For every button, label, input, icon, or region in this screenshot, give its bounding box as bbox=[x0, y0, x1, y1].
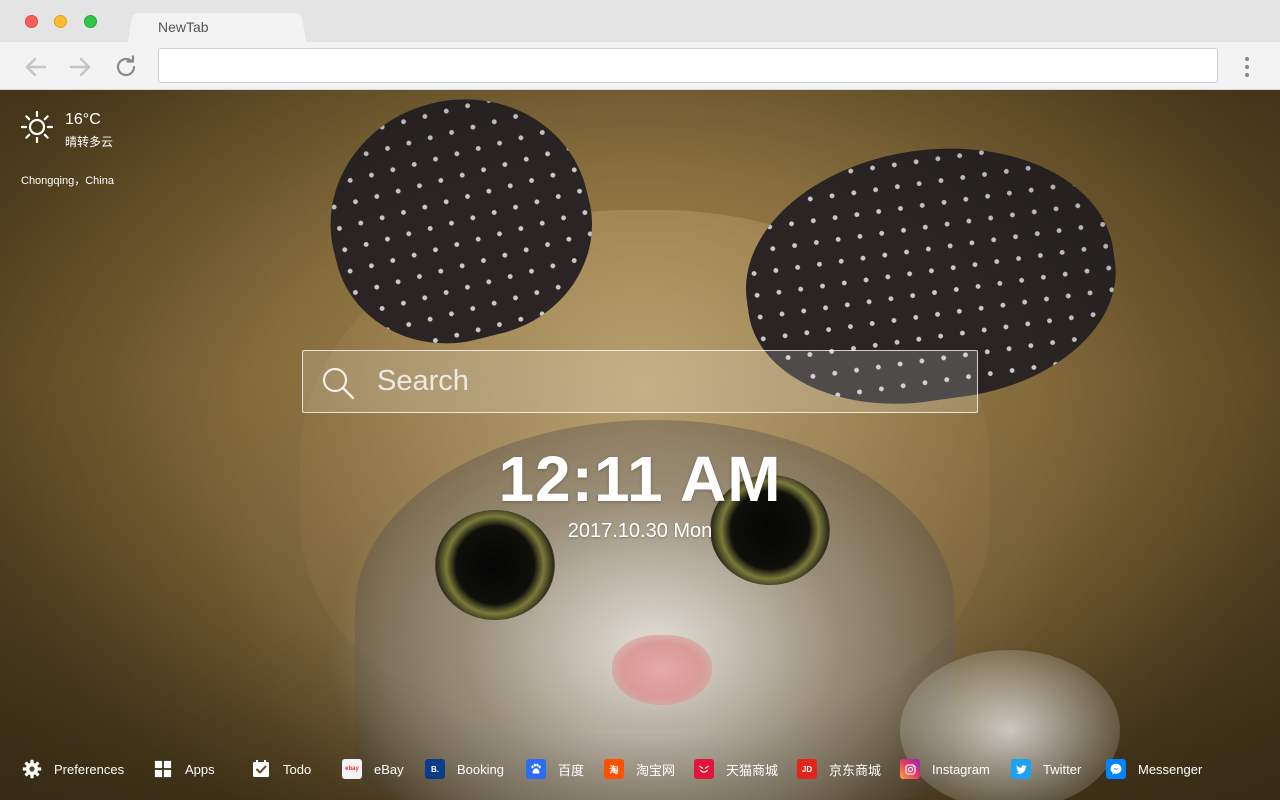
shortcut-taobao-label: 淘宝网 bbox=[636, 762, 676, 778]
shortcut-booking-label: Booking bbox=[457, 761, 504, 777]
back-arrow-icon[interactable] bbox=[23, 54, 49, 80]
todo-icon bbox=[251, 759, 271, 779]
clock-time: 12:11 AM bbox=[498, 443, 782, 515]
forward-arrow-icon[interactable] bbox=[67, 54, 93, 80]
shortcut-baidu[interactable]: 百度 bbox=[526, 758, 584, 780]
shortcut-tmall[interactable]: 天猫商城 bbox=[694, 758, 778, 780]
reload-icon[interactable] bbox=[113, 54, 139, 80]
preferences-button[interactable]: Preferences bbox=[22, 758, 124, 780]
shortcut-twitter-label: Twitter bbox=[1043, 761, 1082, 777]
address-bar[interactable] bbox=[158, 48, 1218, 83]
window-titlebar: NewTab bbox=[0, 0, 1280, 42]
booking-icon: B. bbox=[425, 759, 445, 779]
apps-button[interactable]: Apps bbox=[153, 758, 215, 780]
grid-icon bbox=[153, 759, 173, 779]
newtab-page: 16°C 晴转多云 Chongqing，China 12:11 AM 2017.… bbox=[0, 90, 1280, 800]
tab-title: NewTab bbox=[158, 19, 209, 35]
minimize-window-button[interactable] bbox=[54, 15, 67, 28]
search-icon bbox=[322, 367, 355, 400]
shortcut-baidu-label: 百度 bbox=[558, 762, 585, 778]
shortcut-taobao[interactable]: 淘 淘宝网 bbox=[604, 758, 675, 780]
browser-toolbar bbox=[0, 42, 1280, 90]
weather-condition: 晴转多云 bbox=[65, 135, 114, 149]
shortcut-jd[interactable]: JD 京东商城 bbox=[797, 758, 881, 780]
close-window-button[interactable] bbox=[25, 15, 38, 28]
todo-button[interactable]: Todo bbox=[251, 758, 311, 780]
preferences-label: Preferences bbox=[54, 761, 125, 777]
bottom-shortcut-bar: Preferences Apps Todo ebay eBay B. Booki… bbox=[0, 746, 1280, 792]
search-box[interactable] bbox=[302, 350, 978, 413]
taobao-icon: 淘 bbox=[604, 759, 624, 779]
shortcut-instagram-label: Instagram bbox=[932, 761, 990, 777]
twitter-icon bbox=[1011, 759, 1031, 779]
weather-location: Chongqing，China bbox=[21, 175, 114, 187]
search-input[interactable] bbox=[375, 351, 965, 411]
baidu-icon bbox=[526, 759, 546, 779]
messenger-icon bbox=[1106, 759, 1126, 779]
maximize-window-button[interactable] bbox=[84, 15, 97, 28]
clock-date: 2017.10.30 Mon bbox=[567, 520, 713, 542]
instagram-icon bbox=[900, 759, 920, 779]
weather-temperature: 16°C bbox=[65, 111, 101, 128]
shortcut-tmall-label: 天猫商城 bbox=[726, 762, 779, 778]
jd-icon: JD bbox=[797, 759, 817, 779]
apps-label: Apps bbox=[185, 761, 215, 777]
todo-label: Todo bbox=[283, 761, 312, 777]
shortcut-twitter[interactable]: Twitter bbox=[1011, 758, 1081, 780]
shortcut-booking[interactable]: B. Booking bbox=[425, 758, 504, 780]
sun-icon bbox=[20, 110, 54, 144]
shortcut-ebay[interactable]: ebay eBay bbox=[342, 758, 404, 780]
tmall-icon bbox=[694, 759, 714, 779]
browser-tab[interactable] bbox=[128, 13, 306, 42]
shortcut-jd-label: 京东商城 bbox=[829, 762, 882, 778]
more-menu-icon[interactable] bbox=[1238, 54, 1256, 80]
ebay-icon: ebay bbox=[342, 759, 362, 779]
shortcut-instagram[interactable]: Instagram bbox=[900, 758, 990, 780]
gear-icon bbox=[22, 759, 42, 779]
shortcut-ebay-label: eBay bbox=[374, 761, 404, 777]
shortcut-messenger[interactable]: Messenger bbox=[1106, 758, 1202, 780]
shortcut-messenger-label: Messenger bbox=[1138, 761, 1203, 777]
